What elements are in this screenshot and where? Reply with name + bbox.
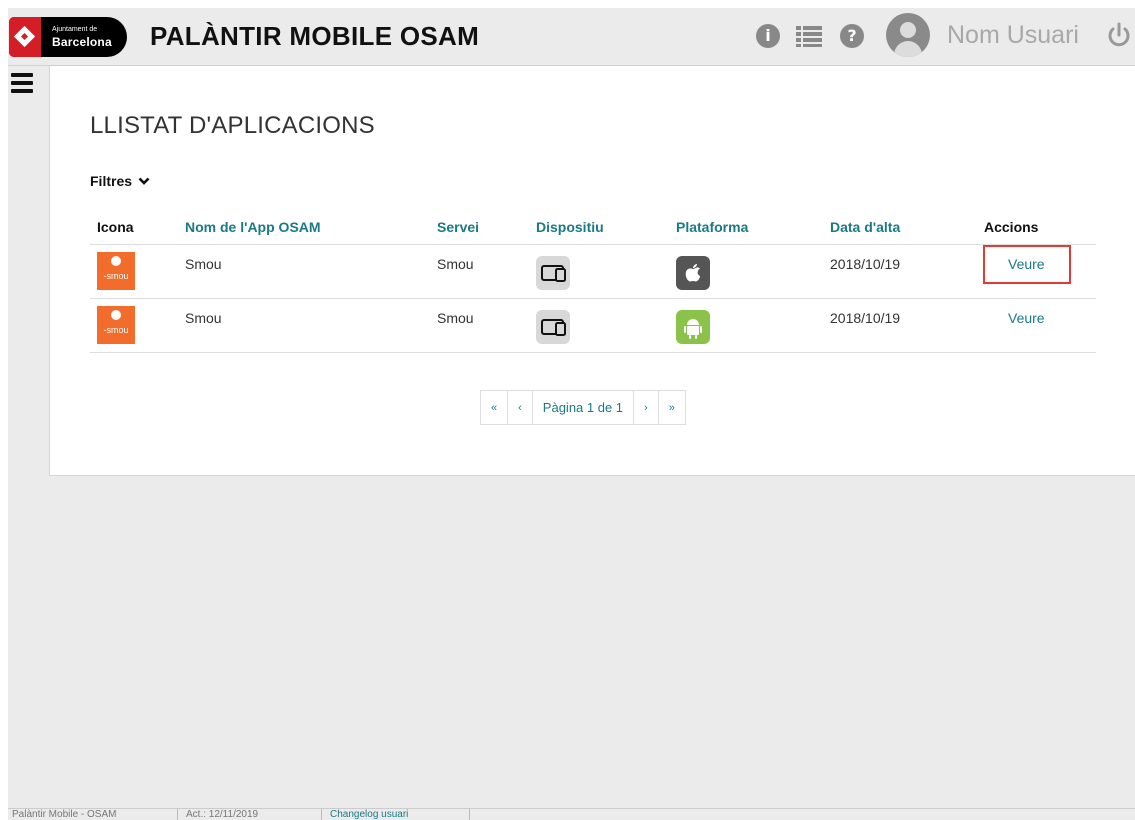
- tablet-phone-icon: [536, 255, 570, 290]
- apple-icon: [676, 255, 710, 290]
- hamburger-menu-icon[interactable]: [11, 73, 33, 93]
- highlight-box: [983, 244, 1071, 284]
- first-page-button[interactable]: «: [481, 391, 507, 424]
- table-row: -smou Smou Smou 2018/10/19 Veure: [90, 298, 1096, 353]
- footer-updated: Act.: 12/11/2019: [178, 808, 322, 820]
- smou-app-icon: -smou: [97, 305, 135, 344]
- app-date: 2018/10/19: [830, 255, 901, 272]
- col-header-service[interactable]: Servei: [437, 211, 536, 245]
- user-name[interactable]: Nom Usuari: [947, 21, 1079, 50]
- logo-big-text: Barcelona: [52, 35, 112, 49]
- pagination: « ‹ Pàgina 1 de 1 › »: [480, 390, 686, 425]
- footer-app-name: Palàntir Mobile - OSAM: [8, 808, 178, 820]
- app-title: PALÀNTIR MOBILE OSAM: [150, 21, 480, 51]
- page-background: [49, 476, 1135, 808]
- info-icon[interactable]: i: [756, 24, 780, 48]
- col-header-date[interactable]: Data d'alta: [830, 211, 984, 245]
- filters-label: Filtres: [90, 173, 133, 189]
- top-header: Ajuntament de Barcelona PALÀNTIR MOBILE …: [8, 8, 1135, 66]
- user-avatar-icon[interactable]: [886, 13, 930, 57]
- page-title: LLISTAT D'APLICACIONS: [90, 112, 375, 139]
- app-service: Smou: [437, 255, 474, 272]
- footer: Palàntir Mobile - OSAM Act.: 12/11/2019 …: [8, 808, 1135, 820]
- list-icon[interactable]: [796, 24, 822, 48]
- app-name: Smou: [185, 309, 222, 326]
- app-name: Smou: [185, 255, 222, 272]
- view-link[interactable]: Veure: [984, 299, 1069, 326]
- prev-page-button[interactable]: ‹: [507, 391, 532, 424]
- col-header-platform[interactable]: Plataforma: [676, 211, 830, 245]
- next-page-button[interactable]: ›: [633, 391, 658, 424]
- smou-app-icon: -smou: [97, 251, 135, 290]
- left-sidebar: [8, 66, 49, 808]
- android-icon: [676, 309, 710, 344]
- page-indicator: Pàgina 1 de 1: [531, 391, 633, 424]
- logo-small-text: Ajuntament de: [52, 26, 98, 33]
- tablet-phone-icon: [536, 309, 570, 344]
- app-date: 2018/10/19: [830, 309, 901, 326]
- table-header-row: Icona Nom de l'App OSAM Servei Dispositi…: [90, 211, 1096, 245]
- barcelona-logo[interactable]: Ajuntament de Barcelona: [9, 17, 127, 57]
- power-icon[interactable]: [1106, 22, 1130, 47]
- app-service: Smou: [437, 309, 474, 326]
- changelog-link[interactable]: Changelog usuari: [322, 808, 470, 820]
- table-row: -smou Smou Smou 2018/10/19 Veure: [90, 244, 1096, 299]
- help-icon[interactable]: ?: [840, 24, 864, 48]
- main-panel: LLISTAT D'APLICACIONS Filtres Icona Nom …: [49, 66, 1135, 476]
- col-header-actions: Accions: [984, 211, 1096, 245]
- filters-toggle[interactable]: Filtres: [90, 173, 150, 189]
- applications-table: Icona Nom de l'App OSAM Servei Dispositi…: [90, 211, 1096, 353]
- col-header-device[interactable]: Dispositiu: [536, 211, 676, 245]
- col-header-name[interactable]: Nom de l'App OSAM: [185, 211, 437, 245]
- col-header-icona: Icona: [90, 211, 185, 245]
- chevron-down-icon: [138, 177, 150, 185]
- barcelona-emblem-icon: [9, 17, 41, 57]
- last-page-button[interactable]: »: [657, 391, 685, 424]
